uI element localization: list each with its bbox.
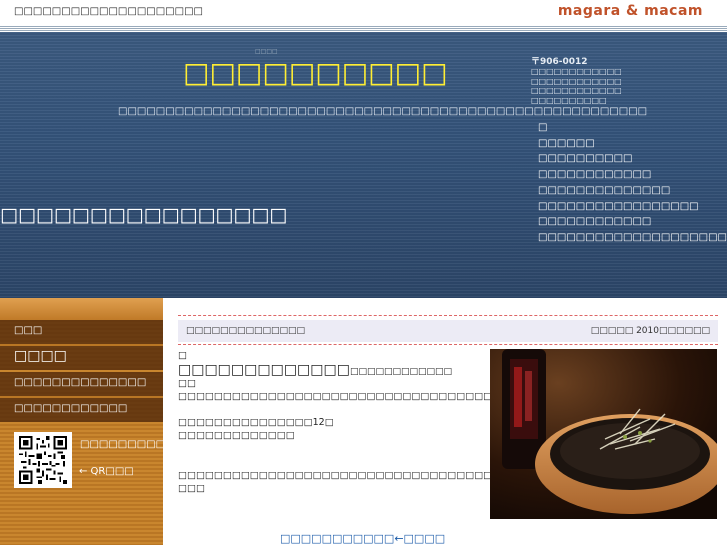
nav-item[interactable]: □□□□□□□□□□□□□□	[538, 183, 727, 199]
site-tagline: □□□□□□□□□□□□□□□□□□□□	[14, 6, 203, 17]
qr-label: □□□□□□□□□□	[80, 439, 163, 450]
nav-item[interactable]: □□□□□□	[538, 136, 727, 152]
entry-header: □□□□□□□□□□□□□□ □□□□□ 2010□□□□□□	[178, 320, 718, 342]
address-line: □□□□□□□□□□□□	[531, 67, 622, 76]
sidebar-item-3[interactable]: □□□□□□□□□□□□□□	[0, 372, 163, 396]
entry-date: □□□□□ 2010□□□□□□	[590, 326, 710, 336]
sidebar-item-4[interactable]: □□□□□□□□□□□□	[0, 398, 163, 422]
food-photo	[490, 349, 717, 519]
nav-item[interactable]: □□□□□□□□□□	[538, 151, 727, 167]
body-line: □□□	[178, 483, 205, 494]
read-more-link[interactable]: □□□□□□□□□□□←□□□□	[280, 532, 445, 545]
entry-title[interactable]: □□□□□□□□□□□□□□	[186, 326, 305, 336]
main-content: □□□□□□□□□□□□□□ □□□□□ 2010□□□□□□ □ □□□□□□…	[163, 298, 727, 545]
top-bar: □□□□□□□□□□□□□□□□□□□□ magara & macam	[0, 0, 727, 26]
nav-item[interactable]: □	[538, 120, 727, 136]
nav-item[interactable]: □□□□□□□□□□□□	[538, 167, 727, 183]
qr-link[interactable]: ← QR□□□	[79, 466, 134, 477]
qr-code-icon	[14, 432, 72, 488]
body-line: □□□□□□□□□□□□□	[178, 430, 295, 441]
nav-item[interactable]: □□□□□□□□□□□□□□□□□□□□	[538, 230, 727, 246]
nav-item[interactable]: □□□□□□□□□□□□	[538, 214, 727, 230]
post-heading-sub: □□□□□□□□□□□□	[349, 367, 453, 377]
left-sidebar: □□□ □□□□ □□□□□□□□□□□□□□ □□□□□□□□□□□□ □□□…	[0, 298, 163, 545]
entry-marker: □	[178, 350, 187, 361]
body-line: □□	[178, 378, 196, 389]
main-nav: □ □□□□□□ □□□□□□□□□□ □□□□□□□□□□□□ □□□□□□□…	[538, 120, 727, 246]
site-title-text: □□□□□□□□□□	[183, 56, 448, 89]
postal-code: 〒906-0012	[531, 57, 588, 67]
shop-info: 〒906-0012 □□□□□□□□□□□□ □□□□□□□□□□□□ □□□□…	[531, 54, 727, 105]
sidebar-top-strip	[0, 298, 163, 320]
site-title[interactable]: □□□□ □□□□□□□□□□	[183, 48, 448, 89]
sidebar-item-menu[interactable]: □□□□	[0, 346, 163, 370]
sidebar-item-home[interactable]: □□□	[0, 320, 163, 344]
site-header: □□□□ □□□□□□□□□□ □□□□□□□□□□□□□□□□□□□□□□□□…	[0, 32, 727, 298]
address-line: □□□□□□□□□□□□	[531, 86, 622, 95]
site-title-ruby: □□□□	[255, 48, 278, 55]
site-description: □□□□□□□□□□□□□□□□□□□□□□□□□□□□□□□□□□□□□□□□…	[118, 106, 648, 117]
body-line: □□□□□□□□□□□□□□□12□	[178, 417, 334, 428]
address-line: □□□□□□□□□□□□	[531, 76, 622, 86]
divider	[178, 315, 718, 316]
post-heading-text: □□□□□□□□□□□□□	[178, 362, 350, 378]
catch-copy: □□□□□□□□□□□□□□□□	[0, 204, 288, 226]
nav-item[interactable]: □□□□□□□□□□□□□□□□□	[538, 199, 727, 215]
brand-name[interactable]: magara & macam	[558, 3, 703, 19]
divider	[178, 344, 718, 345]
post-heading: □□□□□□□□□□□□□□□□□□□□□□□□□	[178, 362, 452, 378]
address-line: □□□□□□□□□□	[531, 95, 607, 105]
